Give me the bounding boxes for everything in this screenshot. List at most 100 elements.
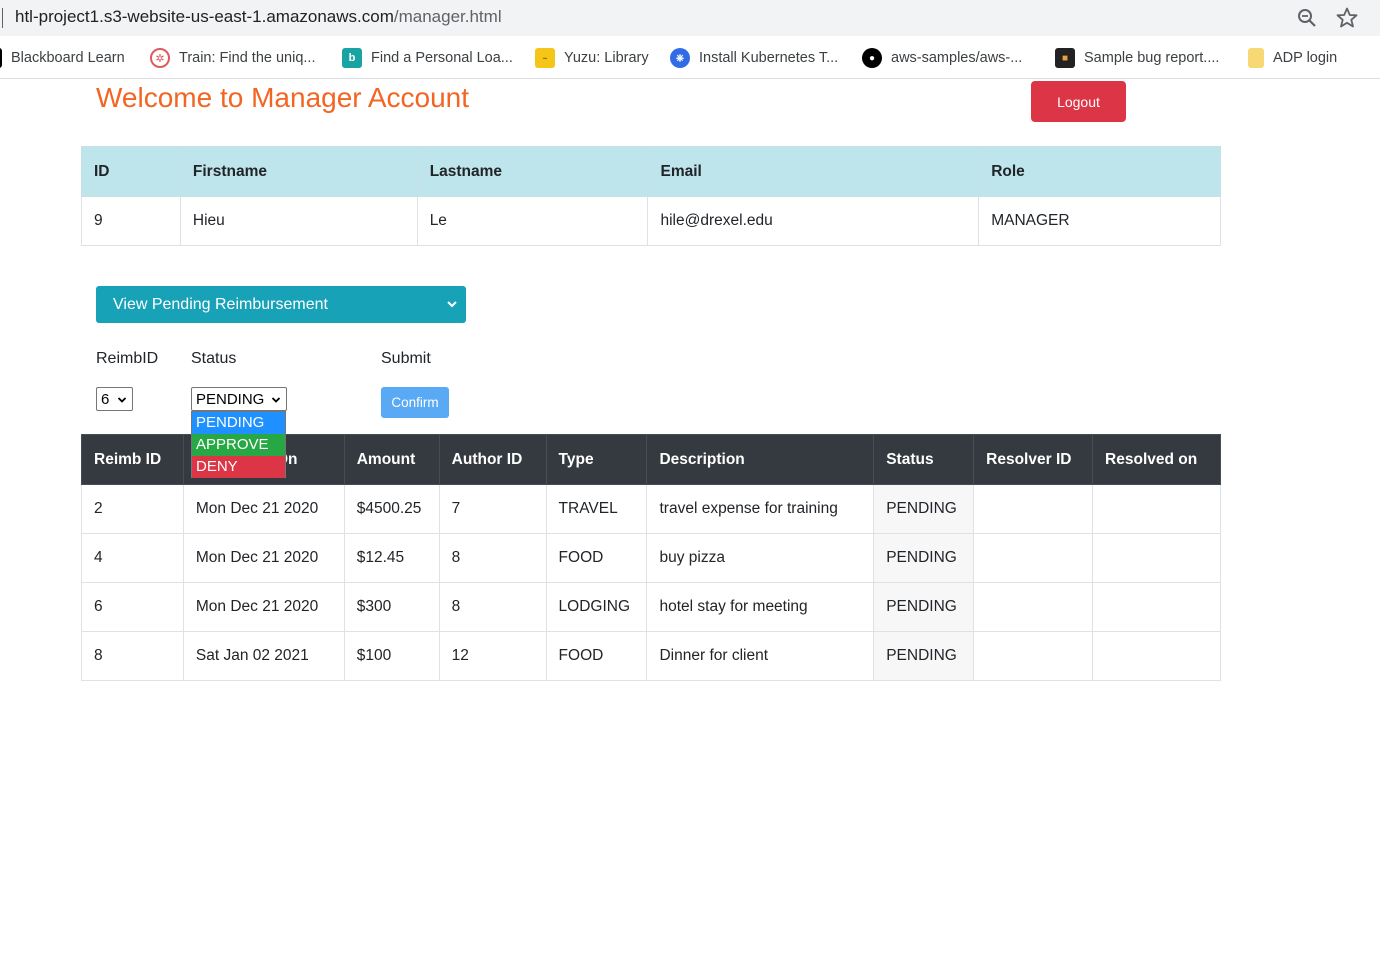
bookmark-bug-report[interactable]: ■ Sample bug report.... xyxy=(1055,47,1219,69)
column-header: Type xyxy=(545,434,648,485)
status-dropdown-list: PENDING APPROVE DENY xyxy=(191,411,286,478)
status-label: Status xyxy=(191,350,237,367)
status-option-pending[interactable]: PENDING xyxy=(192,412,285,434)
bookmark-b-icon: b xyxy=(342,48,362,68)
bookmark-star-icon[interactable] xyxy=(1335,6,1359,30)
table-cell: PENDING xyxy=(873,484,975,534)
user-id-cell: 9 xyxy=(81,196,181,246)
blackboard-icon xyxy=(0,48,2,68)
table-cell: Mon Dec 21 2020 xyxy=(182,484,345,534)
openai-icon: ✲ xyxy=(150,48,170,68)
table-cell xyxy=(1092,484,1221,534)
status-value: PENDING xyxy=(196,390,265,408)
view-reimbursement-select[interactable]: View Pending Reimbursement xyxy=(96,286,466,323)
table-cell: PENDING xyxy=(873,533,975,583)
table-cell: 6 xyxy=(81,582,184,632)
submit-label: Submit xyxy=(381,350,431,367)
table-cell: 4 xyxy=(81,533,184,583)
url-text[interactable]: htl-project1.s3-website-us-east-1.amazon… xyxy=(15,7,502,27)
table-cell: 7 xyxy=(438,484,547,534)
role-cell: MANAGER xyxy=(978,196,1221,246)
table-cell: $4500.25 xyxy=(343,484,440,534)
bookmark-aws-samples[interactable]: ● aws-samples/aws-... xyxy=(862,47,1022,69)
bookmark-personal-loan[interactable]: b Find a Personal Loa... xyxy=(342,47,513,69)
chevron-down-icon xyxy=(271,397,281,403)
address-bar[interactable]: htl-project1.s3-website-us-east-1.amazon… xyxy=(0,0,1380,36)
user-info-table: ID Firstname Lastname Email Role 9 Hieu … xyxy=(81,146,1221,246)
status-option-deny[interactable]: DENY xyxy=(192,456,285,478)
status-select[interactable]: PENDING xyxy=(191,387,287,411)
column-header: Resolver ID xyxy=(973,434,1094,485)
page-title: Welcome to Manager Account xyxy=(96,82,470,113)
logout-button[interactable]: Logout xyxy=(1031,81,1126,122)
table-cell xyxy=(1092,582,1221,632)
user-table-header-row: ID Firstname Lastname Email Role xyxy=(81,146,1221,197)
column-header: ID xyxy=(81,146,181,197)
column-header: Email xyxy=(647,146,980,197)
table-row: 2 Mon Dec 21 2020 $4500.25 7 TRAVEL trav… xyxy=(81,484,1221,534)
column-header: Resolved on xyxy=(1092,434,1221,485)
reimb-id-value: 6 xyxy=(101,390,110,408)
table-cell: 8 xyxy=(81,631,184,681)
github-icon: ● xyxy=(862,48,882,68)
lastname-cell: Le xyxy=(416,196,649,246)
table-cell: travel expense for training xyxy=(646,484,875,534)
table-cell: 12 xyxy=(438,631,547,681)
table-cell xyxy=(973,484,1094,534)
table-cell: Sat Jan 02 2021 xyxy=(182,631,345,681)
table-row: 9 Hieu Le hile@drexel.edu MANAGER xyxy=(81,196,1221,246)
bookmark-train[interactable]: ✲ Train: Find the uniq... xyxy=(150,47,315,69)
bookmark-blackboard[interactable]: Blackboard Learn xyxy=(0,47,125,69)
bookmarks-bar: Blackboard Learn ✲ Train: Find the uniq..… xyxy=(0,36,1380,79)
chevron-down-icon xyxy=(117,397,127,403)
yuzu-icon: ~ xyxy=(535,48,555,68)
table-cell: PENDING xyxy=(873,582,975,632)
bookmark-kubernetes[interactable]: ⎈ Install Kubernetes T... xyxy=(670,47,838,69)
table-cell: Mon Dec 21 2020 xyxy=(182,582,345,632)
table-cell: buy pizza xyxy=(646,533,875,583)
table-row: 8 Sat Jan 02 2021 $100 12 FOOD Dinner fo… xyxy=(81,631,1221,681)
table-cell: Mon Dec 21 2020 xyxy=(182,533,345,583)
confirm-button[interactable]: Confirm xyxy=(381,387,449,418)
reimb-id-label: ReimbID xyxy=(96,350,159,367)
table-row: 4 Mon Dec 21 2020 $12.45 8 FOOD buy pizz… xyxy=(81,533,1221,583)
table-cell: LODGING xyxy=(545,582,648,632)
table-cell: FOOD xyxy=(545,631,648,681)
table-cell xyxy=(1092,631,1221,681)
column-header: Status xyxy=(873,434,975,485)
view-select-value: View Pending Reimbursement xyxy=(113,295,328,313)
reimb-id-select[interactable]: 6 xyxy=(96,387,133,411)
column-header: Amount xyxy=(343,434,440,485)
table-cell: $300 xyxy=(343,582,440,632)
kubernetes-icon: ⎈ xyxy=(670,48,690,68)
bookmark-yuzu[interactable]: ~ Yuzu: Library xyxy=(535,47,649,69)
column-header: Lastname xyxy=(416,146,649,197)
address-divider xyxy=(2,8,3,28)
bug-report-icon: ■ xyxy=(1055,48,1075,68)
table-cell xyxy=(1092,533,1221,583)
table-cell: 2 xyxy=(81,484,184,534)
table-cell xyxy=(973,582,1094,632)
column-header: Author ID xyxy=(438,434,547,485)
table-cell xyxy=(973,631,1094,681)
column-header: Description xyxy=(646,434,875,485)
email-cell: hile@drexel.edu xyxy=(647,196,980,246)
table-cell: $12.45 xyxy=(343,533,440,583)
table-cell: $100 xyxy=(343,631,440,681)
table-row: 6 Mon Dec 21 2020 $300 8 LODGING hotel s… xyxy=(81,582,1221,632)
column-header: Firstname xyxy=(179,146,418,197)
column-header: Reimb ID xyxy=(81,434,184,485)
table-cell: TRAVEL xyxy=(545,484,648,534)
table-cell: PENDING xyxy=(873,631,975,681)
table-cell: hotel stay for meeting xyxy=(646,582,875,632)
chevron-down-icon xyxy=(447,301,457,308)
column-header: Role xyxy=(978,146,1221,197)
table-cell xyxy=(973,533,1094,583)
status-option-approve[interactable]: APPROVE xyxy=(192,434,285,456)
table-cell: FOOD xyxy=(545,533,648,583)
zoom-icon[interactable] xyxy=(1295,6,1319,30)
table-cell: Dinner for client xyxy=(646,631,875,681)
bookmark-adp[interactable]: ADP login xyxy=(1248,47,1337,69)
firstname-cell: Hieu xyxy=(179,196,418,246)
table-cell: 8 xyxy=(438,533,547,583)
